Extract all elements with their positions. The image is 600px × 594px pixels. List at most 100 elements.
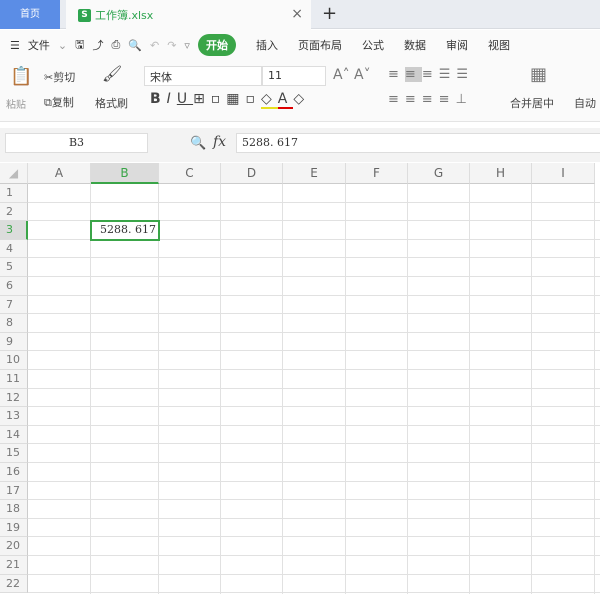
row-header-17[interactable]: 17 <box>0 481 28 501</box>
column-header-F[interactable]: F <box>346 163 408 184</box>
font-size-controls[interactable]: A˄ A˅ <box>333 67 371 83</box>
column-header-D[interactable]: D <box>221 163 283 184</box>
spreadsheet-icon: S <box>78 8 91 22</box>
zoom-icon[interactable]: 🔍 <box>190 136 206 151</box>
align-buttons-top[interactable]: ≡≡≡☰☰ <box>388 67 474 82</box>
tab-page-layout[interactable]: 页面布局 <box>298 37 342 53</box>
menu-file[interactable]: 文件 <box>28 37 50 53</box>
grid-line <box>28 331 600 333</box>
font-size-select[interactable]: 11 <box>262 66 326 86</box>
tab-bar: 首页 S 工作簿.xlsx × + <box>0 0 600 30</box>
copy-button[interactable]: ⧉复制 <box>44 94 74 110</box>
row-header-18[interactable]: 18 <box>0 500 28 519</box>
grid-line <box>28 257 600 259</box>
column-header-B[interactable]: B <box>91 163 159 184</box>
copy-label: 复制 <box>51 96 74 109</box>
row-header-20[interactable]: 20 <box>0 537 28 556</box>
font-family-select[interactable]: 宋体 <box>144 66 262 86</box>
formula-input[interactable]: 5288. 617 <box>236 133 600 153</box>
tab-title: 工作簿.xlsx <box>95 9 154 22</box>
print-icon[interactable]: ⎙ <box>111 38 120 52</box>
grid-line <box>28 424 600 426</box>
redo-icon[interactable]: ↷ <box>167 39 176 52</box>
auto-wrap-button[interactable]: 自动 <box>574 95 596 111</box>
row-header-4[interactable]: 4 <box>0 239 28 259</box>
grid-line <box>407 184 408 594</box>
menu-bar: ☰ 文件 ⌄ 🖫 ⤴ ⎙ 🔍 ↶ ↷ ▿ 开始 插入 页面布局 公式 数据 审阅… <box>0 30 600 60</box>
tab-formulas[interactable]: 公式 <box>362 37 384 53</box>
copy-icon: ⧉ <box>44 96 52 109</box>
undo-icon[interactable]: ↶ <box>150 39 159 52</box>
column-header-I[interactable]: I <box>532 163 595 184</box>
row-header-15[interactable]: 15 <box>0 444 28 463</box>
row-header-12[interactable]: 12 <box>0 388 28 408</box>
tab-insert[interactable]: 插入 <box>256 37 278 53</box>
tab-home[interactable]: 首页 <box>0 0 60 29</box>
tab-review[interactable]: 审阅 <box>446 37 468 53</box>
align-buttons-bottom[interactable]: ≡≡≡≡⊥ <box>388 92 473 107</box>
cut-button[interactable]: ✂剪切 <box>44 69 75 85</box>
close-icon[interactable]: × <box>291 6 303 22</box>
cell-B3[interactable]: 5288. 617 <box>90 220 160 241</box>
row-header-16[interactable]: 16 <box>0 463 28 482</box>
row-header-8[interactable]: 8 <box>0 314 28 333</box>
grid-line <box>28 313 600 315</box>
more-icon[interactable]: ▿ <box>184 39 190 52</box>
grid-line <box>531 184 532 594</box>
row-header-13[interactable]: 13 <box>0 407 28 426</box>
row-header-10[interactable]: 10 <box>0 351 28 370</box>
brush-icon[interactable]: 🖌 <box>102 64 122 83</box>
grid-line <box>28 555 600 556</box>
grid-line <box>282 184 283 594</box>
column-header-A[interactable]: A <box>28 163 91 184</box>
row-header-3[interactable]: 3 <box>0 221 28 240</box>
paste-button[interactable]: 粘贴 <box>6 96 26 111</box>
row-header-9[interactable]: 9 <box>0 332 28 352</box>
grid-line <box>28 499 600 501</box>
row-header-19[interactable]: 19 <box>0 518 28 538</box>
column-header-C[interactable]: C <box>159 163 221 184</box>
tab-data[interactable]: 数据 <box>404 37 426 53</box>
row-header-14[interactable]: 14 <box>0 425 28 445</box>
row-header-6[interactable]: 6 <box>0 277 28 296</box>
spreadsheet-grid[interactable]: ◢ A B C D E F G H I 1 2 3 4 5 6 7 8 9 10 11 12 13 14 15 16 17 18 19… <box>0 163 600 594</box>
merge-center-button[interactable]: 合并居中 <box>510 95 554 111</box>
tab-workbook[interactable]: S 工作簿.xlsx × <box>66 0 311 30</box>
new-tab-button[interactable]: + <box>322 3 337 24</box>
chevron-down-icon[interactable]: ⌄ <box>58 39 67 52</box>
column-header-G[interactable]: G <box>408 163 470 184</box>
tab-start[interactable]: 开始 <box>197 34 236 56</box>
grid-line <box>220 184 221 594</box>
row-header-22[interactable]: 22 <box>0 574 28 594</box>
row-header-11[interactable]: 11 <box>0 370 28 389</box>
grid-line <box>28 517 600 519</box>
save-icon[interactable]: 🖫 <box>75 36 84 55</box>
fx-button[interactable]: fx <box>213 134 226 150</box>
grid-line <box>28 387 600 389</box>
row-header-21[interactable]: 21 <box>0 556 28 575</box>
tab-view[interactable]: 视图 <box>488 37 510 53</box>
grid-line <box>594 184 595 594</box>
font-style-buttons[interactable]: BIU⊞▫▦▫◇A◇ <box>150 91 310 109</box>
hamburger-icon[interactable]: ☰ <box>10 39 20 52</box>
print-preview-icon[interactable]: 🔍 <box>128 39 142 52</box>
grid-line <box>90 184 91 594</box>
row-header-2[interactable]: 2 <box>0 202 28 222</box>
grid-line <box>28 294 600 296</box>
row-header-7[interactable]: 7 <box>0 295 28 315</box>
grid-line <box>28 350 600 352</box>
paste-icon[interactable]: 📋 <box>10 66 32 87</box>
merge-icon[interactable]: ▦ <box>530 64 547 85</box>
grid-line <box>28 443 600 445</box>
select-all-corner[interactable]: ◢ <box>0 163 28 184</box>
grid-line <box>28 592 600 594</box>
format-painter-button[interactable]: 格式刷 <box>95 95 128 111</box>
grid-line <box>345 184 346 594</box>
row-header-5[interactable]: 5 <box>0 258 28 277</box>
column-header-H[interactable]: H <box>470 163 532 184</box>
column-header-E[interactable]: E <box>283 163 346 184</box>
grid-line <box>28 276 600 277</box>
export-icon[interactable]: ⤴ <box>92 37 103 53</box>
row-header-1[interactable]: 1 <box>0 184 28 203</box>
name-box[interactable]: B3 <box>5 133 148 153</box>
